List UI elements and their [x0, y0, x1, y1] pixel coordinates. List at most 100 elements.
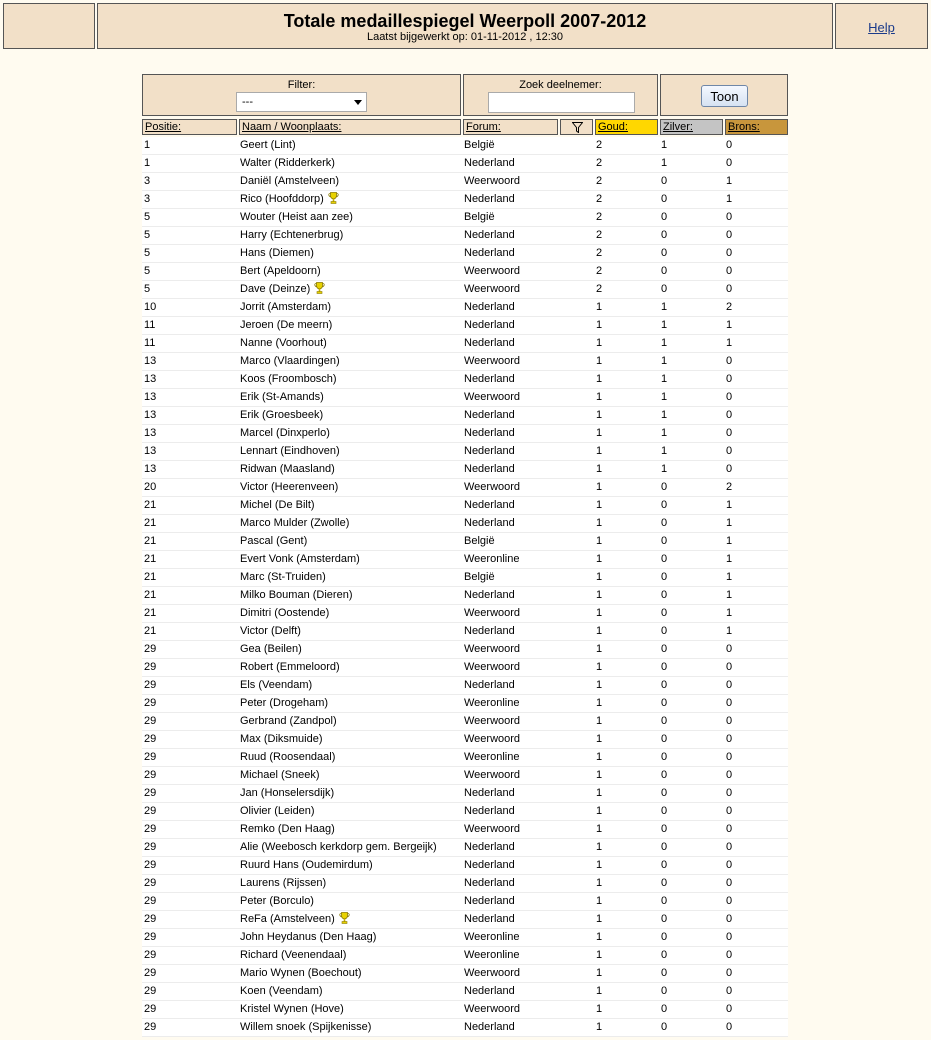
column-header-positie[interactable]: Positie:	[142, 119, 237, 135]
cell-positie: 29	[144, 785, 156, 802]
table-row: 29 Mario Wynen (Boechout) Weerwoord 1 0 0	[142, 965, 788, 983]
cell-goud: 1	[596, 317, 602, 334]
column-header-forum[interactable]: Forum:	[463, 119, 558, 135]
cell-naam: Alie (Weebosch kerkdorp gem. Bergeijk)	[240, 839, 437, 856]
table-row: 29 Alie (Weebosch kerkdorp gem. Bergeijk)…	[142, 839, 788, 857]
cell-forum-text: Weeronline	[464, 751, 520, 763]
filter-panel: Filter: ---	[142, 74, 461, 116]
cell-forum: Weerwoord	[464, 263, 520, 280]
cell-positie: 29	[144, 1019, 156, 1036]
column-header-brons[interactable]: Brons:	[725, 119, 788, 135]
cell-zilver: 0	[661, 965, 667, 982]
table-row: 13 Ridwan (Maasland) Nederland 1 1 0	[142, 461, 788, 479]
cell-naam-text: Nanne (Voorhout)	[240, 337, 327, 349]
cell-zilver: 0	[661, 731, 667, 748]
cell-forum: Nederland	[464, 893, 515, 910]
cell-positie-text: 1	[144, 157, 151, 169]
cell-zilver: 0	[661, 803, 667, 820]
cell-forum: Weerwoord	[464, 1001, 520, 1018]
table-row: 21 Evert Vonk (Amsterdam) Weeronline 1 0 1	[142, 551, 788, 569]
cell-forum: Weerwoord	[464, 281, 520, 298]
cell-positie-text: 3	[144, 175, 151, 187]
cell-zilver-text: 1	[661, 391, 668, 403]
cell-naam: Harry (Echtenerbrug)	[240, 227, 343, 244]
cell-brons-text: 0	[726, 157, 733, 169]
cell-brons: 0	[726, 965, 732, 982]
cell-goud-text: 2	[596, 283, 603, 295]
cell-forum-text: België	[464, 571, 495, 583]
cell-forum: Nederland	[464, 425, 515, 442]
column-header-naam[interactable]: Naam / Woonplaats:	[239, 119, 461, 135]
column-header-zilver[interactable]: Zilver:	[660, 119, 723, 135]
cell-naam-text: Gea (Beilen)	[240, 643, 302, 655]
table-row: 29 Laurens (Rijssen) Nederland 1 0 0	[142, 875, 788, 893]
cell-naam: Dave (Deinze)	[240, 281, 325, 298]
cell-forum: Nederland	[464, 335, 515, 352]
search-input[interactable]	[488, 92, 635, 113]
cell-zilver-text: 1	[661, 463, 668, 475]
cell-forum: België	[464, 533, 495, 550]
table-row: 11 Jeroen (De meern) Nederland 1 1 1	[142, 317, 788, 335]
filter-select[interactable]: ---	[236, 92, 367, 112]
cell-forum: Weeronline	[464, 551, 519, 568]
cell-positie-text: 29	[144, 679, 157, 691]
cell-zilver: 0	[661, 533, 667, 550]
cell-zilver-text: 1	[661, 373, 668, 385]
cell-forum-text: Nederland	[464, 319, 515, 331]
cell-goud: 1	[596, 623, 602, 640]
cell-zilver-text: 0	[661, 859, 668, 871]
cell-positie-text: 29	[144, 715, 157, 727]
cell-zilver: 0	[661, 929, 667, 946]
cell-goud: 1	[596, 731, 602, 748]
cell-brons-text: 0	[726, 985, 733, 997]
cell-forum-text: Weeronline	[464, 949, 520, 961]
cell-naam: Lennart (Eindhoven)	[240, 443, 340, 460]
cell-forum-text: België	[464, 139, 495, 151]
cell-naam-text: Remko (Den Haag)	[240, 823, 335, 835]
cell-positie-text: 29	[144, 931, 157, 943]
cell-zilver: 0	[661, 659, 667, 676]
cell-brons-text: 1	[726, 319, 733, 331]
cell-goud: 1	[596, 587, 602, 604]
cell-naam: Nanne (Voorhout)	[240, 335, 327, 352]
cell-goud: 1	[596, 497, 602, 514]
cell-brons: 0	[726, 929, 732, 946]
cell-brons-text: 1	[726, 571, 733, 583]
cell-goud-text: 1	[596, 697, 603, 709]
cell-forum-text: Weeronline	[464, 697, 520, 709]
cell-zilver: 0	[661, 227, 667, 244]
cell-forum: Nederland	[464, 407, 515, 424]
cell-naam: Peter (Borculo)	[240, 893, 314, 910]
cell-brons-text: 0	[726, 463, 733, 475]
cell-goud-text: 1	[596, 931, 603, 943]
table-row: 13 Erik (Groesbeek) Nederland 1 1 0	[142, 407, 788, 425]
cell-naam-text: Willem snoek (Spijkenisse)	[240, 1021, 372, 1033]
cell-zilver-text: 0	[661, 229, 668, 241]
table-row: 5 Wouter (Heist aan zee) België 2 0 0	[142, 209, 788, 227]
cell-brons: 0	[726, 209, 732, 226]
cell-zilver-text: 1	[661, 319, 668, 331]
cell-brons-text: 0	[726, 283, 733, 295]
column-header-goud[interactable]: Goud:	[595, 119, 658, 135]
help-link[interactable]: Help	[868, 20, 895, 35]
cell-forum: Nederland	[464, 497, 515, 514]
cell-positie: 29	[144, 929, 156, 946]
cell-goud: 2	[596, 227, 602, 244]
table-row: 5 Hans (Diemen) Nederland 2 0 0	[142, 245, 788, 263]
cell-brons: 0	[726, 911, 732, 928]
cell-zilver-text: 1	[661, 445, 668, 457]
cell-positie-text: 29	[144, 1021, 157, 1033]
toon-button[interactable]: Toon	[701, 85, 748, 107]
cell-brons: 0	[726, 875, 732, 892]
forum-filter-button[interactable]	[560, 119, 593, 135]
cell-forum: Weeronline	[464, 929, 519, 946]
cell-brons: 0	[726, 137, 732, 154]
cell-naam-text: Victor (Delft)	[240, 625, 301, 637]
cell-positie: 13	[144, 371, 156, 388]
cell-naam: Els (Veendam)	[240, 677, 312, 694]
table-row: 21 Pascal (Gent) België 1 0 1	[142, 533, 788, 551]
cell-goud: 1	[596, 389, 602, 406]
cell-goud: 1	[596, 1019, 602, 1036]
cell-zilver-text: 0	[661, 535, 668, 547]
table-row: 21 Victor (Delft) Nederland 1 0 1	[142, 623, 788, 641]
